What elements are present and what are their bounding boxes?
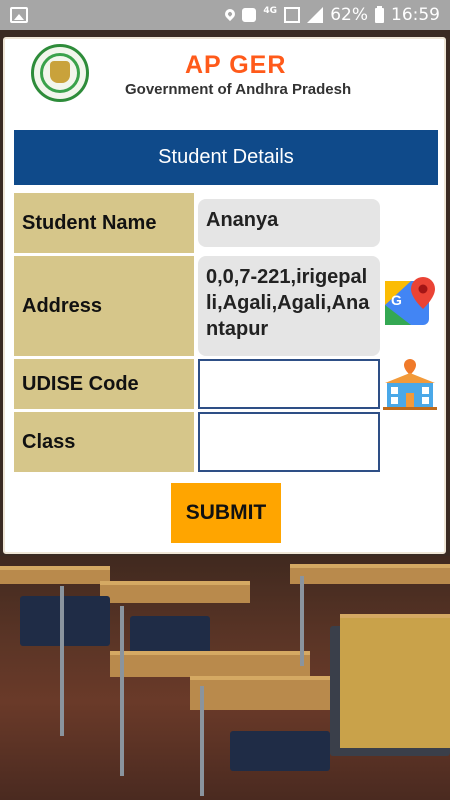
location-icon: [223, 6, 238, 22]
status-bar: 4G 62% 16:59: [0, 0, 450, 30]
chair: [20, 596, 110, 646]
maps-icon[interactable]: G: [383, 275, 439, 331]
student-details-card: AP GER Government of Andhra Pradesh Stud…: [3, 37, 446, 554]
emblem-core: [50, 61, 70, 83]
status-icons: 4G 62% 16:59: [223, 0, 440, 30]
desk: [110, 651, 310, 677]
udise-code-input[interactable]: [198, 359, 380, 409]
desk: [100, 581, 250, 603]
battery-icon: [375, 5, 384, 23]
app-header: AP GER Government of Andhra Pradesh: [17, 39, 437, 117]
chair: [230, 731, 330, 771]
desk-leg: [120, 606, 124, 776]
classroom-background: [0, 556, 450, 800]
emblem-logo: [31, 44, 89, 102]
desk-leg: [300, 576, 304, 666]
app-subtitle: Government of Andhra Pradesh: [125, 81, 352, 98]
battery-percent: 62%: [330, 5, 368, 25]
udise-code-label: UDISE Code: [14, 359, 194, 409]
desk: [0, 566, 110, 584]
desk-leg: [200, 686, 204, 796]
address-value: 0,0,7-221,irigepalli,Agali,Agali,Anantap…: [198, 256, 380, 356]
school-icon[interactable]: [379, 357, 441, 411]
class-label: Class: [14, 412, 194, 472]
gallery-icon: [10, 7, 28, 23]
clock: 16:59: [391, 5, 440, 25]
desk: [290, 564, 450, 584]
submit-button[interactable]: SUBMIT: [171, 483, 281, 543]
student-name-value: Ananya: [198, 199, 380, 247]
chair-back: [340, 614, 450, 748]
student-name-label: Student Name: [14, 193, 194, 253]
app-title: AP GER: [185, 51, 287, 79]
class-input[interactable]: [198, 412, 380, 472]
desk-leg: [60, 586, 64, 736]
notification-icon: [242, 8, 257, 22]
network-type: 4G: [263, 6, 278, 16]
svg-text:G: G: [391, 292, 402, 308]
signal-icon: [307, 7, 324, 23]
data-signal-icon: [284, 7, 301, 23]
address-label: Address: [14, 256, 194, 356]
section-title: Student Details: [14, 130, 438, 185]
